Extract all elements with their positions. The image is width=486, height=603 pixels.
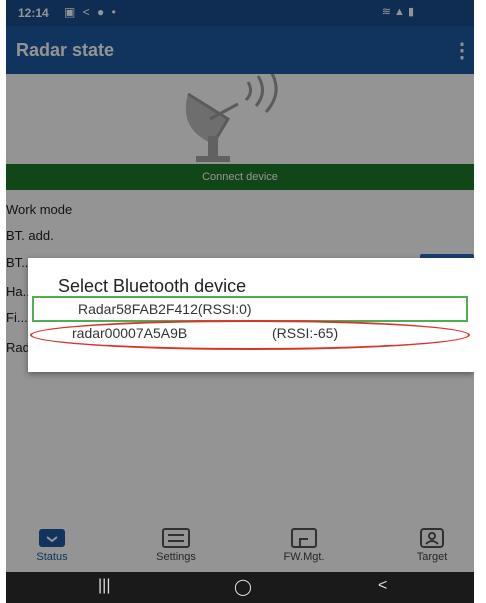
device-name: Radar58FAB2F412(RSSI:0) xyxy=(78,301,252,317)
device-item-radar00007[interactable]: radar00007A5A9B (RSSI:-65) xyxy=(34,320,464,346)
home-button[interactable]: ◯ xyxy=(234,577,252,597)
device-name: radar00007A5A9B xyxy=(72,325,188,341)
recents-button[interactable]: ||| xyxy=(98,577,110,595)
back-button[interactable]: < xyxy=(378,577,387,595)
dialog-title: Select Bluetooth device xyxy=(58,276,247,296)
phone-screen: 12:14 ▣ < ● • ≋ ▲ ▮ Radar state ⋮ Connec… xyxy=(6,0,474,603)
system-navigation-bar: ||| ◯ < xyxy=(6,572,474,603)
device-rssi: (RSSI:-65) xyxy=(272,325,339,341)
device-item-radar58[interactable]: Radar58FAB2F412(RSSI:0) xyxy=(32,296,468,322)
select-bluetooth-dialog: Select Bluetooth device Radar58FAB2F412(… xyxy=(28,258,474,372)
